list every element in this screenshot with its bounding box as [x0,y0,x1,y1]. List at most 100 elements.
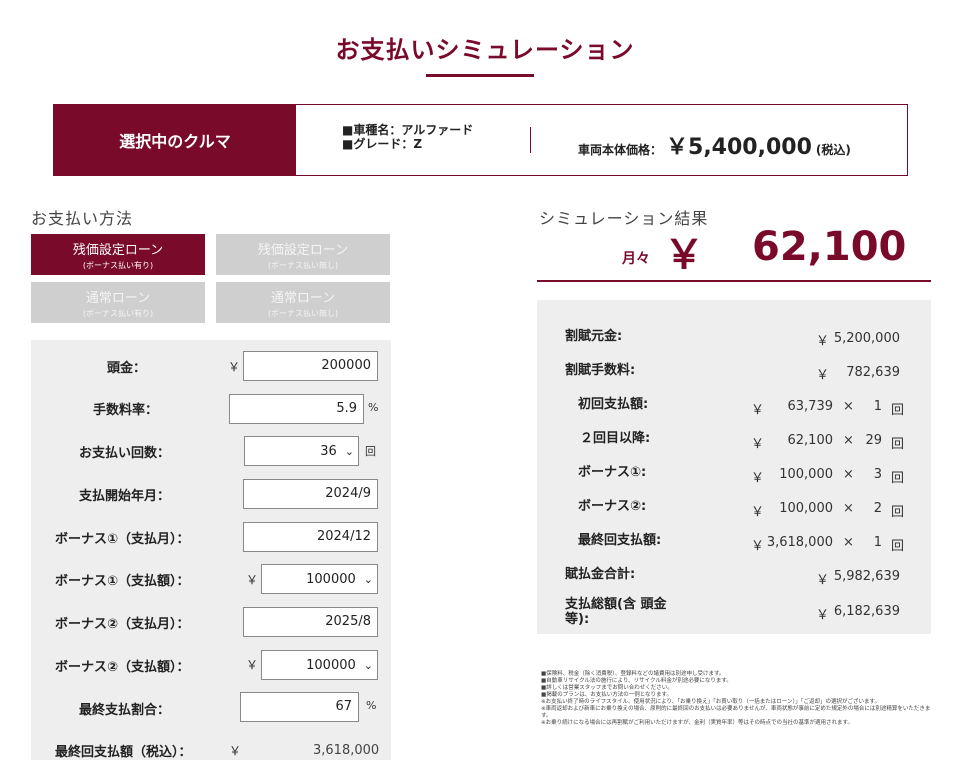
method-sub: (ボーナス払い有り) [82,260,154,270]
percent-unit: % [368,401,379,414]
fee-rate-label: 手数料率： [93,403,159,418]
bonus2-amount-label: ボーナス②（支払額）： [55,660,190,675]
times-unit: 回 [891,403,905,418]
bonus1-amount-value: 100000 [306,571,356,587]
monthly-label: 月々 [622,251,650,267]
bonus2-result-label: ボーナス②: [578,499,647,514]
multiply-sign: × [843,501,854,516]
note-line: ■詳しくは営業スタッフまでお問い合わせください。 [541,685,673,691]
method-residual-bonus-button[interactable]: 残価設定ローン (ボーナス払い有り) [31,234,205,275]
yen-sign: ￥ [229,744,242,758]
car-price-tax: (税込) [815,143,851,157]
installment-total-value: 5,982,639 [833,569,900,584]
chevron-down-icon: ⌄ [363,658,373,672]
yen-sign: ￥ [751,505,765,520]
note-line: ※お支払い終了時のライフスタイル、使用状況により、「お乗り換え」「お買い取り（一… [541,699,880,705]
down-payment-input[interactable]: 200000 [243,351,378,381]
principal-value: 5,200,000 [833,331,900,346]
final-amount-label: 最終回支払額（税込）： [55,745,192,760]
method-normal-bonus-button[interactable]: 通常ローン (ボーナス払い有り) [31,282,205,323]
chevron-down-icon: ⌄ [344,444,354,458]
yen-sign: ￥ [816,368,830,383]
times-unit: 回 [891,505,905,520]
car-price-label: 車両本体価格： [578,143,663,157]
yen-sign: ￥ [751,471,765,486]
method-sub: (ボーナス払い無し) [267,308,339,318]
final-payment-count: 1 [873,535,882,550]
fee-rate-input[interactable]: 5.9 [229,394,364,424]
method-label: 残価設定ローン [257,242,349,258]
car-spec: ■車種名：アルファード ■グレード：Z [342,123,473,151]
bonus1-amount-label: ボーナス①（支払額）： [55,574,190,589]
down-payment-label: 頭金： [107,361,147,376]
subsequent-count: 29 [865,433,882,448]
method-residual-nobonus-button[interactable]: 残価設定ローン (ボーナス払い無し) [216,234,390,275]
bonus1-amount-select[interactable]: 100000 ⌄ [261,564,378,594]
bonus2-result-count: 2 [873,501,882,516]
car-grade: ■グレード：Z [342,137,423,151]
installments-label: お支払い回数： [79,446,171,461]
multiply-sign: × [843,399,854,414]
bonus1-result-count: 3 [873,467,882,482]
yen-sign: ￥ [246,573,259,587]
method-normal-nobonus-button[interactable]: 通常ローン (ボーナス払い無し) [216,282,390,323]
disclaimer-notes: ■保険料、税金（除く消費税）、登録料などの諸費用は別途申し受けます。 ■自動車リ… [541,671,931,727]
first-payment-value: 63,739 [787,399,834,414]
yen-sign: ￥ [816,334,830,349]
final-payment-label: 最終回支払額: [578,533,662,548]
multiply-sign: × [843,467,854,482]
method-label: 残価設定ローン [72,242,164,258]
result-underline [537,280,931,282]
title-underline [426,74,534,77]
note-line: ※車両返却および新車にお乗り換えの場合、原則的に最終回のお支払いは必要ありません… [541,706,931,719]
bonus2-result-value: 100,000 [779,501,833,516]
note-line: ■保険料、税金（除く消費税）、登録料などの諸費用は別途申し受けます。 [541,671,725,677]
method-label: 通常ローン [85,290,151,306]
car-price-value: ￥5,400,000 [666,135,812,160]
selected-car-header: 選択中のクルマ [54,105,296,175]
final-ratio-label: 最終支払割合： [79,703,171,718]
bonus2-amount-select[interactable]: 100000 ⌄ [261,650,378,680]
installments-value: 36 [320,443,337,459]
installments-select[interactable]: 36 ⌄ [244,436,359,466]
yen-sign: ￥ [751,539,765,554]
page-title: お支払いシミュレーション [335,36,635,64]
final-payment-value: 3,618,000 [766,535,833,550]
yen-sign: ￥ [246,658,259,672]
monthly-yen: ￥ [664,232,704,278]
final-amount-value: 3,618,000 [313,743,380,758]
times-unit: 回 [365,445,376,458]
yen-sign: ￥ [751,403,765,418]
note-line: ■自動車リサイクル法の施行により、リサイクル料金が別途必要になります。 [541,678,732,684]
fee-value: 782,639 [846,365,900,380]
bonus1-result-value: 100,000 [779,467,833,482]
monthly-amount: 62,100 [752,224,907,270]
method-sub: (ボーナス払い有り) [82,308,154,318]
bonus1-month-label: ボーナス①（支払月）： [55,532,190,547]
first-payment-count: 1 [873,399,882,414]
method-sub: (ボーナス払い無し) [267,260,339,270]
times-unit: 回 [891,437,905,452]
yen-sign: ￥ [228,360,241,374]
note-line: ■掲載のプランは、お支払い方法の一例となります。 [541,692,672,698]
bonus2-amount-value: 100000 [306,657,356,673]
start-month-input[interactable]: 2024/9 [243,479,378,509]
multiply-sign: × [843,535,854,550]
grand-total-value: 6,182,639 [833,604,900,619]
bonus2-month-input[interactable]: 2025/8 [243,607,378,637]
car-model: ■車種名：アルファード [342,123,474,137]
chevron-down-icon: ⌄ [363,572,373,586]
subsequent-value: 62,100 [787,433,834,448]
percent-unit: % [366,699,377,712]
yen-sign: ￥ [751,437,765,452]
car-price: 車両本体価格： ￥5,400,000 (税込) [578,129,851,161]
car-divider [530,127,531,153]
multiply-sign: × [843,433,854,448]
final-ratio-input[interactable]: 67 [240,692,359,722]
selected-car-box: 選択中のクルマ ■車種名：アルファード ■グレード：Z 車両本体価格： ￥5,4… [53,104,908,176]
principal-label: 割賦元金: [565,329,623,344]
bonus1-result-label: ボーナス①: [578,465,647,480]
payment-method-label: お支払い方法 [31,209,134,228]
start-month-label: 支払開始年月： [79,489,171,504]
bonus1-month-input[interactable]: 2024/12 [243,522,378,552]
